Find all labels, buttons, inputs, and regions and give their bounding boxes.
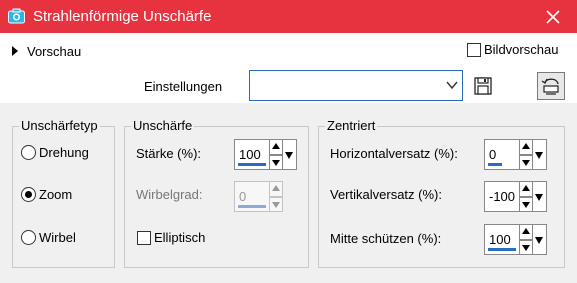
settings-label: Einstellungen [144, 79, 223, 94]
strength-decrement-button[interactable] [270, 154, 283, 170]
window-title: Strahlenförmige Unschärfe [33, 8, 212, 25]
horizontal-offset-value: 0 [489, 147, 497, 162]
twist-label: Wirbelgrad: [136, 187, 203, 202]
vertical-offset-input[interactable]: -100 [484, 181, 520, 212]
protect-center-label: Mitte schützen (%): [330, 231, 442, 246]
radio-wirbel[interactable]: Wirbel [21, 230, 76, 245]
chevron-down-icon [446, 81, 458, 90]
twist-stepper[interactable]: 0 [234, 181, 283, 212]
protect-center-dropdown-button[interactable] [533, 224, 547, 255]
radio-zoom-circle[interactable] [21, 187, 36, 202]
twist-input[interactable]: 0 [234, 181, 270, 212]
protect-center-decrement-button[interactable] [520, 239, 533, 255]
horizontal-offset-decrement-button[interactable] [520, 154, 533, 170]
vertical-offset-increment-button[interactable] [520, 181, 533, 197]
radio-zoom-label: Zoom [39, 187, 73, 202]
radio-drehung[interactable]: Drehung [21, 145, 89, 160]
horizontal-offset-label: Horizontalversatz (%): [330, 146, 458, 161]
settings-combobox[interactable] [249, 70, 463, 101]
protect-center-increment-button[interactable] [520, 224, 533, 240]
horizontal-offset-stepper[interactable]: 0 [484, 139, 547, 170]
camera-icon [8, 8, 25, 24]
blur-type-legend: Unschärfetyp [19, 118, 100, 134]
twist-increment-button[interactable] [270, 181, 283, 197]
strength-increment-button[interactable] [270, 139, 283, 155]
radio-wirbel-circle[interactable] [21, 230, 36, 245]
reset-icon [541, 78, 559, 95]
strength-input[interactable]: 100 [234, 139, 270, 170]
image-preview-checkbox-box[interactable] [467, 42, 481, 57]
radio-wirbel-label: Wirbel [39, 230, 76, 245]
protect-center-level-bar [488, 248, 516, 251]
elliptical-checkbox-box[interactable] [137, 230, 151, 245]
blur-legend: Unschärfe [131, 118, 195, 134]
horizontal-offset-level-bar [488, 163, 502, 166]
preview-expander-label: Vorschau [27, 43, 82, 59]
expand-arrow-icon [12, 46, 18, 56]
title-bar: Strahlenförmige Unschärfe [0, 0, 577, 33]
radio-zoom[interactable]: Zoom [21, 187, 72, 202]
horizontal-offset-dropdown-button[interactable] [533, 139, 547, 170]
protect-center-input[interactable]: 100 [484, 224, 520, 255]
strength-level-bar [238, 163, 266, 166]
vertical-offset-dropdown-button[interactable] [533, 181, 547, 212]
horizontal-offset-input[interactable]: 0 [484, 139, 520, 170]
vertical-offset-decrement-button[interactable] [520, 196, 533, 212]
radio-drehung-circle[interactable] [21, 145, 36, 160]
twist-value: 0 [239, 189, 247, 204]
elliptical-label: Elliptisch [154, 230, 206, 245]
image-preview-label: Bildvorschau [484, 42, 559, 57]
image-preview-checkbox[interactable]: Bildvorschau [467, 42, 558, 57]
twist-decrement-button[interactable] [270, 196, 283, 212]
protect-center-value: 100 [489, 232, 511, 247]
strength-dropdown-button[interactable] [283, 139, 297, 170]
vertical-offset-label: Vertikalversatz (%): [330, 187, 442, 202]
centered-legend: Zentriert [325, 118, 378, 134]
radio-drehung-label: Drehung [39, 145, 89, 160]
vertical-offset-value: -100 [489, 189, 516, 204]
close-icon[interactable] [544, 8, 562, 26]
reset-button[interactable] [537, 72, 565, 100]
strength-label: Stärke (%): [136, 146, 202, 161]
preview-expander[interactable]: Vorschau [12, 43, 81, 59]
save-preset-icon[interactable] [470, 73, 496, 99]
elliptical-checkbox[interactable]: Elliptisch [137, 230, 205, 245]
twist-level-bar [238, 205, 266, 208]
vertical-offset-stepper[interactable]: -100 [484, 181, 547, 212]
horizontal-offset-increment-button[interactable] [520, 139, 533, 155]
strength-value: 100 [239, 147, 261, 162]
strength-stepper[interactable]: 100 [234, 139, 297, 170]
protect-center-stepper[interactable]: 100 [484, 224, 547, 255]
